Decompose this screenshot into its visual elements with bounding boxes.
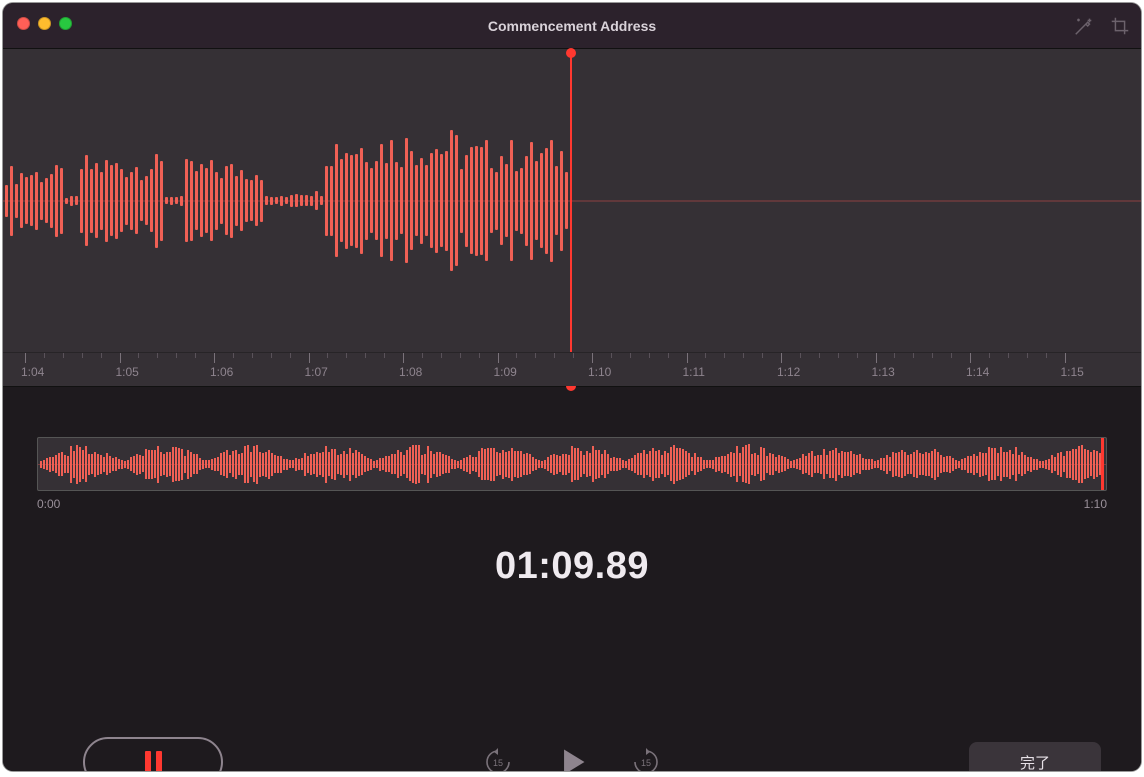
overview-section: 0:00 1:10	[37, 437, 1107, 511]
enhance-icon[interactable]	[1073, 15, 1095, 37]
overview-playhead[interactable]	[1101, 437, 1104, 491]
waveform-bars	[3, 49, 568, 352]
overview-end-time: 1:10	[1084, 497, 1107, 511]
crop-icon[interactable]	[1109, 15, 1131, 37]
minimize-window-button[interactable]	[38, 17, 51, 30]
overview-bars	[40, 438, 1100, 490]
playback-transport: 15 15	[483, 745, 661, 771]
toolbar-actions	[1073, 3, 1131, 49]
titlebar: Commencement Address	[3, 3, 1141, 49]
transport-controls: 15 15 完了	[3, 727, 1141, 771]
ruler-label: 1:07	[305, 365, 328, 379]
close-window-button[interactable]	[17, 17, 30, 30]
ruler-label: 1:13	[872, 365, 895, 379]
overview-time-labels: 0:00 1:10	[37, 497, 1107, 511]
pause-icon	[145, 751, 162, 771]
timecode-display: 01:09.89	[3, 545, 1141, 588]
overview-waveform[interactable]	[37, 437, 1107, 491]
window-traffic-lights	[17, 17, 72, 30]
waveform-track[interactable]: 1:04 1:05 1:06 1:07 1:08 1:09 1:10 1:11 1:12 1:13…	[3, 49, 1141, 387]
ruler-label: 1:05	[116, 365, 139, 379]
waveform-display	[3, 49, 1141, 352]
ruler-label: 1:04	[21, 365, 44, 379]
ruler-label: 1:14	[966, 365, 989, 379]
time-ruler-ticks: 1:04 1:05 1:06 1:07 1:08 1:09 1:10 1:11 1:12 1:13…	[3, 353, 1141, 386]
record-pause-button[interactable]	[83, 737, 223, 771]
overview-start-time: 0:00	[37, 497, 60, 511]
ruler-label: 1:10	[588, 365, 611, 379]
svg-text:15: 15	[493, 758, 503, 768]
zoom-window-button[interactable]	[59, 17, 72, 30]
ruler-label: 1:15	[1061, 365, 1084, 379]
ruler-label: 1:12	[777, 365, 800, 379]
ruler-label: 1:09	[494, 365, 517, 379]
time-ruler[interactable]: 1:04 1:05 1:06 1:07 1:08 1:09 1:10 1:11 1:12 1:13…	[3, 352, 1141, 386]
done-button[interactable]: 完了	[969, 742, 1101, 771]
recording-title: Commencement Address	[3, 18, 1141, 34]
voice-memos-editor-window: Commencement Address 1:0	[3, 3, 1141, 771]
ruler-label: 1:08	[399, 365, 422, 379]
lower-panel: 0:00 1:10 01:09.89 15	[3, 437, 1141, 771]
playhead[interactable]	[570, 53, 572, 386]
play-button[interactable]	[555, 745, 589, 771]
skip-back-15-button[interactable]: 15	[483, 747, 513, 771]
ruler-label: 1:11	[683, 365, 705, 379]
svg-text:15: 15	[641, 758, 651, 768]
ruler-label: 1:06	[210, 365, 233, 379]
skip-forward-15-button[interactable]: 15	[631, 747, 661, 771]
